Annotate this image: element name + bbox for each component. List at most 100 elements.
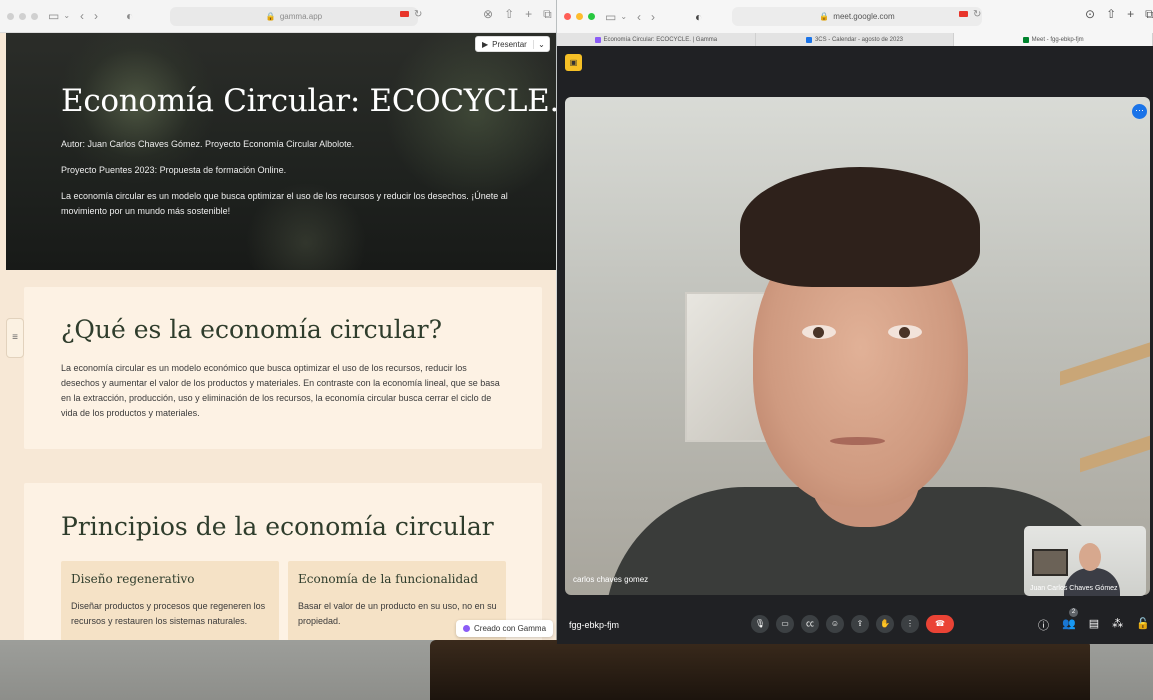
background-picture-frame — [1032, 549, 1068, 576]
participant-eye — [802, 325, 836, 339]
new-tab-icon[interactable]: + — [1127, 7, 1134, 22]
address-bar-url: gamma.app — [279, 12, 323, 21]
principle-body: Diseñar productos y procesos que regener… — [71, 601, 266, 626]
section-heading: Principios de la economía circular — [61, 512, 494, 541]
participant-mouth — [830, 437, 885, 445]
present-dropdown-chevron-icon[interactable]: ⌄ — [533, 39, 549, 49]
badge-label: Creado con Gamma — [474, 624, 547, 633]
camera-icon[interactable]: ▭ — [776, 615, 794, 633]
participant-name-label: carlos chaves gomez — [573, 575, 649, 584]
emoji-icon[interactable]: ☺ — [826, 615, 844, 633]
present-screen-icon[interactable]: ⇪ — [851, 615, 869, 633]
browser-toolbar: ▭ ⌄ ‹ › ◐ 🔒 meet.google.com ↻ ⊙ ⇧ + ⧉ — [557, 0, 1153, 33]
microphone-icon[interactable]: 🎙 — [751, 615, 769, 633]
calendar-favicon-icon — [805, 36, 812, 43]
back-icon[interactable]: ‹ — [637, 11, 641, 23]
toolbar-right-actions: ⊙ ⇧ + ⧉ — [1085, 7, 1153, 22]
share-icon[interactable]: ⇧ — [504, 7, 514, 22]
present-button-group: ▶ Presentar ⌄ — [475, 36, 550, 52]
gamma-browser-window: ▭ ⌄ ‹ › ◐ 🔒 gamma.app ↻ ⊗ ⇧ + ⧉ ▶ Presen… — [0, 0, 556, 640]
section-heading: ¿Qué es la economía circular? — [61, 315, 443, 344]
participant-eye — [888, 325, 922, 339]
tab-meet[interactable]: Meet - fgg-ebkp-fjm — [954, 33, 1153, 46]
end-call-icon[interactable]: ☎ — [926, 615, 954, 633]
section-body: La economía circular es un modelo económ… — [61, 363, 500, 418]
created-with-gamma-badge[interactable]: Creado con Gamma — [456, 620, 554, 637]
self-view-tile[interactable]: Juan Carlos Chaves Gómez — [1024, 526, 1146, 596]
download-icon[interactable]: ⊗ — [483, 7, 493, 22]
hero-section: ▶ Presentar ⌄ Economía Circular: ECOCYCL… — [6, 33, 556, 270]
play-icon: ▶ — [482, 39, 489, 49]
toolbar-right-actions: ⊗ ⇧ + ⧉ — [483, 7, 552, 22]
back-icon[interactable]: ‹ — [80, 10, 84, 22]
forward-icon[interactable]: › — [94, 10, 98, 22]
meet-browser-window: ▭ ⌄ ‹ › ◐ 🔒 meet.google.com ↻ ⊙ ⇧ + ⧉ Ec… — [557, 0, 1153, 644]
present-button-label: Presentar — [492, 39, 527, 49]
chat-icon[interactable]: ▤ — [1089, 617, 1099, 633]
people-icon[interactable]: 👥 — [1062, 617, 1076, 633]
forward-icon[interactable]: › — [651, 11, 655, 23]
new-tab-icon[interactable]: + — [525, 7, 532, 22]
minimize-window-button[interactable] — [576, 13, 583, 20]
background-shelf — [1060, 342, 1150, 386]
reload-icon[interactable]: ↻ — [973, 9, 981, 20]
tab-label: 3CS - Calendar - agosto de 2023 — [814, 36, 904, 43]
sidebar-chevron-icon[interactable]: ⌄ — [620, 12, 627, 21]
tab-label: Economía Circular: ECOCYCLE. | Gamma — [603, 36, 718, 43]
principle-card: Diseño regenerativo Diseñar productos y … — [61, 561, 279, 640]
camera-recording-icon[interactable] — [959, 11, 968, 17]
background-shelf — [1080, 435, 1150, 473]
gamma-logo-icon — [463, 625, 470, 632]
people-count-badge: 2 — [1069, 608, 1078, 617]
privacy-shield-icon[interactable]: ◐ — [126, 10, 133, 22]
privacy-shield-icon[interactable]: ◐ — [695, 11, 702, 23]
side-panel-controls: ⓘ 👥 ▤ ⁂ 🔓 — [1038, 617, 1150, 633]
principle-title: Economía de la funcionalidad — [298, 572, 479, 586]
pip-participant-head — [1079, 543, 1101, 571]
meeting-activity-icon[interactable]: ▣ — [565, 54, 582, 71]
meet-favicon-icon — [1022, 36, 1029, 43]
gamma-favicon-icon — [594, 36, 601, 43]
zoom-window-button[interactable] — [588, 13, 595, 20]
sidebar-toggle-icon[interactable]: ▭ — [605, 11, 616, 23]
what-is-card: ¿Qué es la economía circular? La economí… — [24, 287, 542, 449]
browser-toolbar: ▭ ⌄ ‹ › ◐ 🔒 gamma.app ↻ ⊗ ⇧ + ⧉ — [0, 0, 556, 33]
address-bar[interactable]: 🔒 meet.google.com — [732, 7, 982, 26]
lock-icon: 🔒 — [819, 12, 830, 21]
raise-hand-icon[interactable]: ✋ — [876, 615, 894, 633]
call-controls: 🎙 ▭ ㏄ ☺ ⇪ ✋ ⋮ ☎ — [751, 615, 954, 633]
host-controls-icon[interactable]: 🔓 — [1136, 617, 1150, 633]
sidebar-toggle-icon[interactable]: ▭ — [48, 10, 59, 22]
window-controls — [564, 13, 595, 20]
meeting-info-icon[interactable]: ⓘ — [1038, 617, 1049, 633]
present-button[interactable]: ▶ Presentar — [476, 40, 533, 49]
lock-icon: 🔒 — [265, 12, 276, 21]
address-bar-url: meet.google.com — [833, 12, 895, 21]
reload-icon[interactable]: ↻ — [414, 9, 422, 20]
more-options-icon[interactable]: ⋯ — [1132, 104, 1147, 119]
close-window-button[interactable] — [7, 12, 14, 20]
tab-calendar[interactable]: 3CS - Calendar - agosto de 2023 — [756, 33, 955, 46]
download-icon[interactable]: ⊙ — [1085, 7, 1095, 22]
tab-overview-icon[interactable]: ⧉ — [1145, 7, 1153, 22]
window-controls — [7, 12, 38, 20]
principle-title: Diseño regenerativo — [71, 572, 195, 586]
share-icon[interactable]: ⇧ — [1106, 7, 1116, 22]
address-bar[interactable]: 🔒 gamma.app — [170, 7, 418, 26]
tab-overview-icon[interactable]: ⧉ — [543, 7, 552, 22]
sidebar-chevron-icon[interactable]: ⌄ — [63, 12, 70, 20]
main-video-tile: ⋯ carlos chaves gomez — [565, 97, 1150, 595]
activities-icon[interactable]: ⁂ — [1112, 617, 1123, 633]
zoom-window-button[interactable] — [31, 12, 38, 20]
tab-gamma[interactable]: Economía Circular: ECOCYCLE. | Gamma — [557, 33, 756, 46]
project-line: Proyecto Puentes 2023: Propuesta de form… — [61, 165, 287, 175]
minimize-window-button[interactable] — [19, 12, 26, 20]
camera-recording-icon[interactable] — [400, 11, 409, 17]
more-options-icon[interactable]: ⋮ — [901, 615, 919, 633]
captions-icon[interactable]: ㏄ — [801, 615, 819, 633]
close-window-button[interactable] — [564, 13, 571, 20]
background-wall-frame — [430, 640, 1090, 700]
tab-bar: Economía Circular: ECOCYCLE. | Gamma 3CS… — [557, 33, 1153, 46]
outline-menu-icon[interactable]: ≡ — [6, 318, 24, 358]
meet-control-bar: fgg-ebkp-fjm 🎙 ▭ ㏄ ☺ ⇪ ✋ ⋮ ☎ 2 ⓘ 👥 ▤ ⁂ 🔓 — [557, 608, 1153, 642]
